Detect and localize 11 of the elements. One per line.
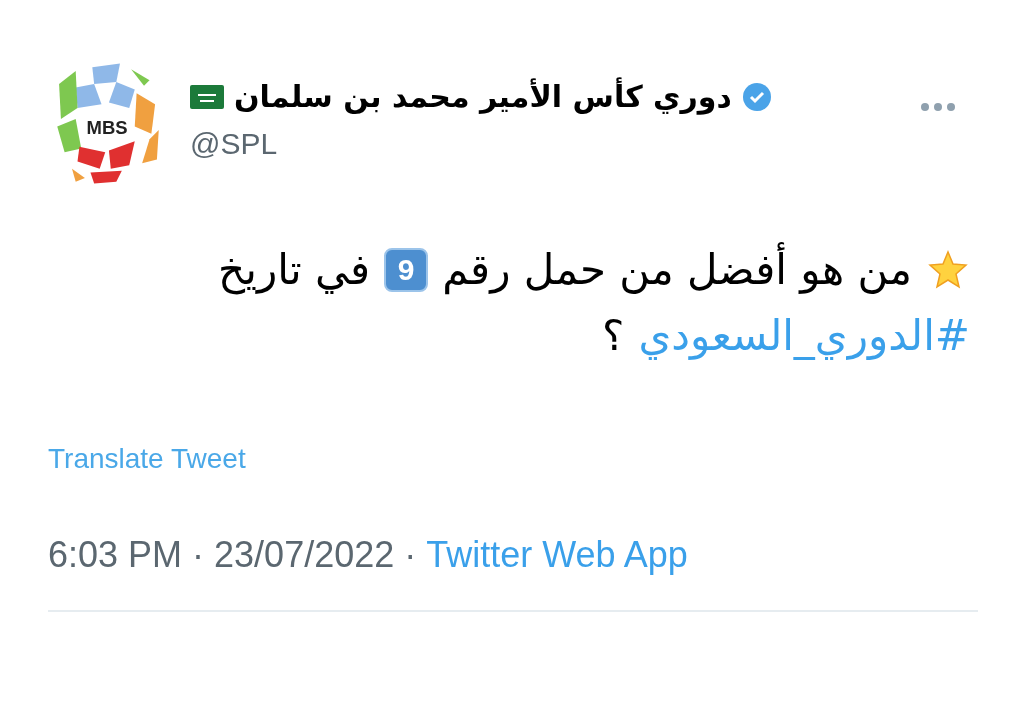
keycap-emoji: 9 [384,248,429,292]
account-handle: @SPL [190,126,278,162]
hashtag-link[interactable]: #الدوري_السعودي [638,306,970,366]
tweet-timestamp: 6:03 PM · 23/07/2022 · [48,533,417,577]
league-logo: MBS [48,50,168,200]
translate-link[interactable]: Translate Tweet [48,438,246,480]
account-name[interactable]: دوري كأس الأمير محمد بن سلمان [234,74,732,119]
flag-icon [190,84,224,109]
more-menu-icon[interactable] [920,102,956,112]
source-link[interactable]: Twitter Web App [426,528,688,582]
verified-badge-icon [741,81,772,112]
